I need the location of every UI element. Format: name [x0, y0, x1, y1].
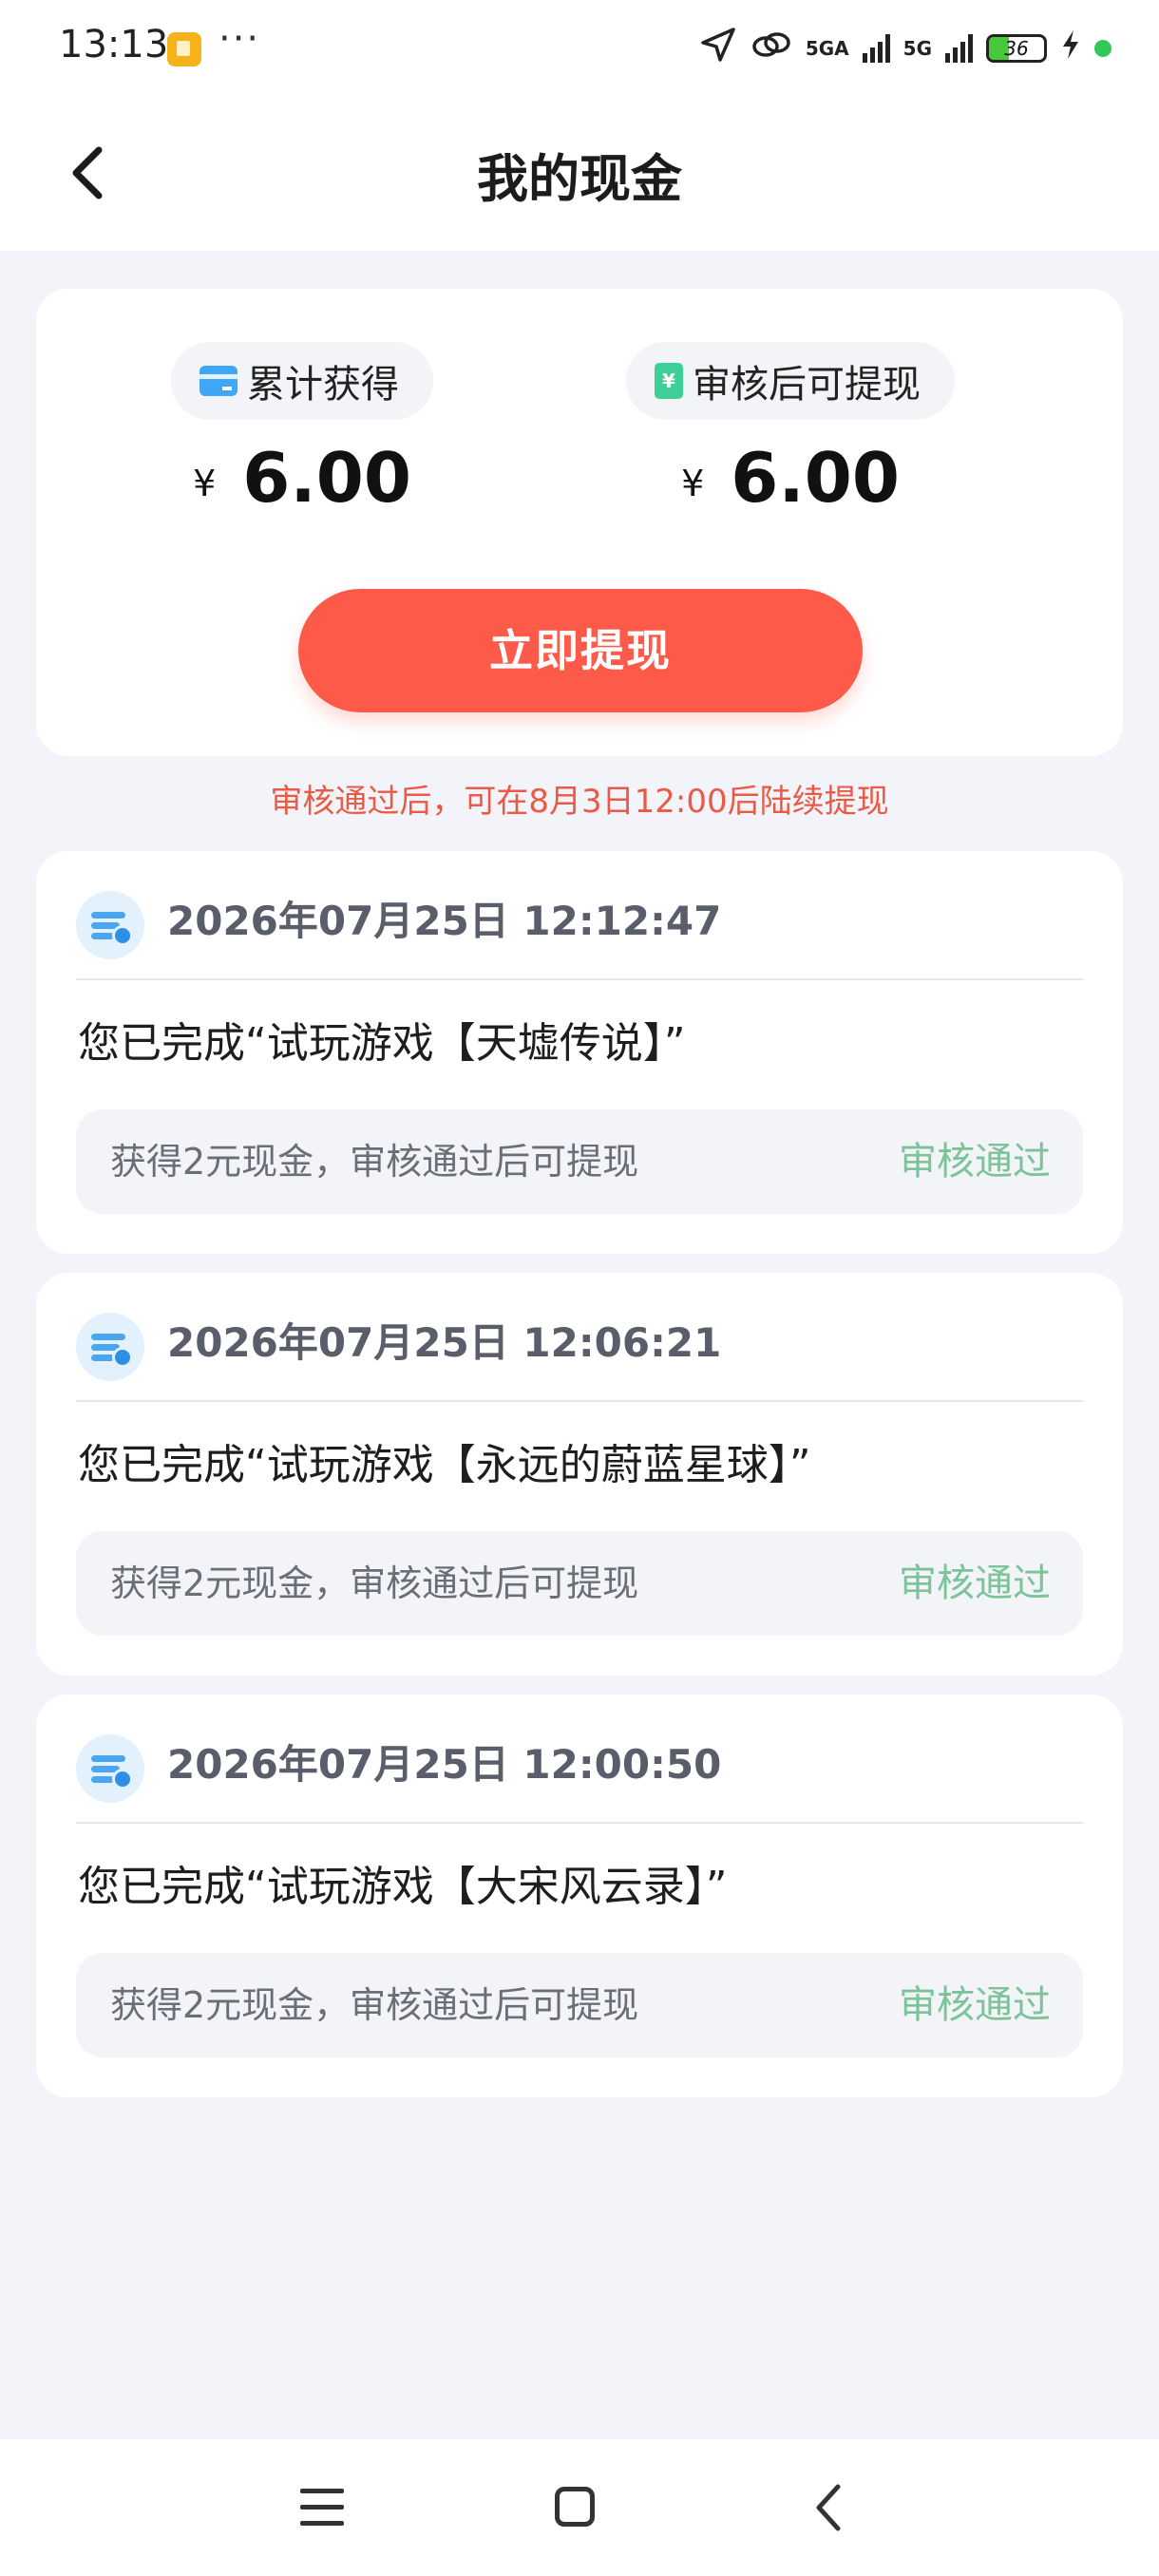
- record-divider: [76, 1400, 1083, 1402]
- link-icon: [750, 26, 792, 72]
- record-detail-text: 获得2元现金，审核通过后可提现: [110, 1984, 639, 2026]
- total-earned-label-pill: 累计获得: [171, 342, 433, 420]
- list-clock-icon: [76, 1313, 144, 1381]
- privacy-dot-icon: [1094, 40, 1112, 57]
- record-card[interactable]: 2026年07月25日 12:00:50 您已完成“试玩游戏【大宋风云录】” 获…: [36, 1695, 1123, 2097]
- summary-card: 累计获得 ¥6.00 ¥ 审核后可提现 ¥6.00 立即提现: [36, 289, 1123, 756]
- record-detail-text: 获得2元现金，审核通过后可提现: [110, 1141, 639, 1183]
- record-divider: [76, 978, 1083, 980]
- signal-icon: [862, 34, 890, 63]
- system-back-button[interactable]: [809, 2481, 847, 2534]
- status-bar: 13:13 ··· 5GA 5G 36: [0, 0, 1159, 95]
- withdrawable-stat: ¥ 审核后可提现 ¥6.00: [543, 342, 1037, 524]
- page-title: 我的现金: [477, 149, 682, 209]
- record-detail-text: 获得2元现金，审核通过后可提现: [110, 1563, 639, 1604]
- record-detail: 获得2元现金，审核通过后可提现 审核通过: [76, 1109, 1083, 1214]
- list-clock-icon: [76, 891, 144, 959]
- record-time: 2026年07月25日 12:06:21: [167, 1319, 722, 1366]
- record-time: 2026年07月25日 12:12:47: [167, 898, 722, 944]
- record-status-badge: 审核通过: [899, 1140, 1051, 1184]
- total-earned-label: 累计获得: [247, 363, 399, 407]
- record-card[interactable]: 2026年07月25日 12:06:21 您已完成“试玩游戏【永远的蔚蓝星球】”…: [36, 1273, 1123, 1676]
- card-icon: [200, 366, 238, 396]
- status-icons: 5GA 5G 36: [699, 25, 1112, 72]
- total-currency: ¥: [193, 463, 217, 504]
- total-earned-stat: 累计获得 ¥6.00: [55, 342, 549, 524]
- square-icon[interactable]: [555, 2487, 595, 2527]
- withdrawable-currency: ¥: [681, 463, 705, 504]
- charging-icon: [1060, 28, 1081, 68]
- status-time: 13:13: [59, 23, 169, 66]
- network-label: 5GA: [805, 37, 849, 60]
- record-status-badge: 审核通过: [899, 1562, 1051, 1605]
- withdrawable-label-pill: ¥ 审核后可提现: [626, 342, 955, 420]
- withdrawable-label: 审核后可提现: [693, 363, 921, 407]
- list-clock-icon: [76, 1734, 144, 1803]
- record-time: 2026年07月25日 12:00:50: [167, 1741, 722, 1788]
- chevron-left-icon: [816, 2484, 841, 2531]
- money-icon: ¥: [655, 363, 683, 399]
- withdrawable-amount: 6.00: [731, 438, 900, 518]
- notification-app-icon: [167, 32, 201, 66]
- withdraw-notice: 审核通过后，可在8月3日12:00后陆续提现: [270, 783, 889, 821]
- record-detail: 获得2元现金，审核通过后可提现 审核通过: [76, 1531, 1083, 1636]
- network-label-2: 5G: [902, 37, 932, 60]
- menu-icon[interactable]: [300, 2487, 344, 2529]
- record-status-badge: 审核通过: [899, 1983, 1051, 2027]
- battery-icon: 36: [986, 34, 1047, 63]
- withdrawable-amount-row: ¥6.00: [543, 437, 1037, 524]
- record-detail: 获得2元现金，审核通过后可提现 审核通过: [76, 1953, 1083, 2057]
- record-title: 您已完成“试玩游戏【天墟传说】”: [78, 1019, 686, 1068]
- location-icon: [699, 26, 737, 72]
- record-title: 您已完成“试玩游戏【大宋风云录】”: [78, 1863, 728, 1911]
- nav-header: 我的现金: [0, 95, 1159, 251]
- record-title: 您已完成“试玩游戏【永远的蔚蓝星球】”: [78, 1441, 811, 1489]
- total-earned-amount-row: ¥6.00: [55, 437, 549, 524]
- signal-icon-2: [945, 34, 973, 63]
- battery-level: 36: [1004, 37, 1029, 60]
- total-earned-amount: 6.00: [242, 438, 411, 518]
- system-nav-bar: [0, 2439, 1159, 2576]
- withdraw-button[interactable]: 立即提现: [298, 589, 863, 712]
- status-more-icon: ···: [218, 17, 261, 61]
- record-divider: [76, 1822, 1083, 1824]
- record-card[interactable]: 2026年07月25日 12:12:47 您已完成“试玩游戏【天墟传说】” 获得…: [36, 851, 1123, 1254]
